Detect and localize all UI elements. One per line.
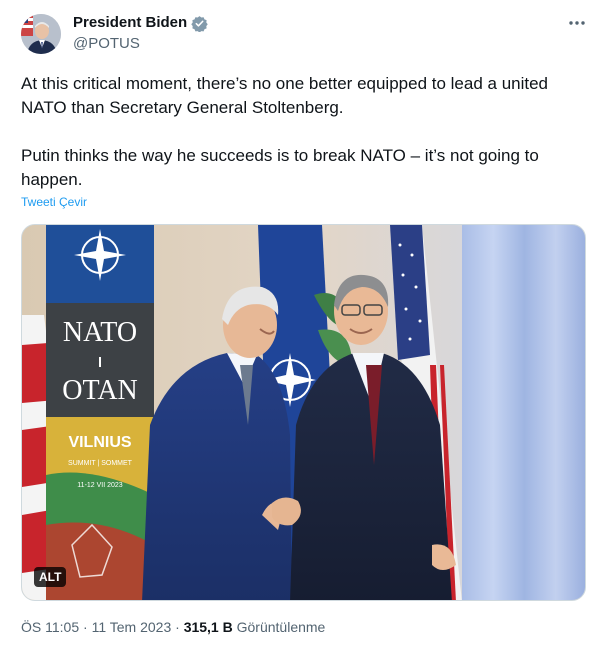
views-count: 315,1 B: [183, 619, 233, 635]
avatar-image: [21, 14, 61, 54]
photo-image: NATO OTAN VILNIUS SUMMIT | SOMMET 11-12 …: [22, 225, 585, 600]
tweet-paragraph: Putin thinks the way he succeeds is to b…: [21, 146, 539, 189]
avatar[interactable]: [21, 14, 61, 54]
author-handle[interactable]: @POTUS: [73, 34, 140, 54]
banner-dates-text: 11-12 VII 2023: [77, 482, 123, 489]
banner-otan-text: OTAN: [62, 375, 138, 406]
tweet: President Biden @POTUS At this critical …: [0, 0, 595, 651]
tweet-meta: ÖS 11:05 · 11 Tem 2023 · 315,1 B Görüntü…: [21, 617, 325, 637]
tweet-date[interactable]: 11 Tem 2023: [92, 619, 172, 635]
banner-summit-text: SUMMIT | SOMMET: [68, 460, 133, 467]
author-name[interactable]: President Biden: [73, 13, 208, 33]
meta-separator: ·: [171, 619, 184, 635]
author-display-name[interactable]: President Biden: [73, 13, 187, 33]
tweet-photo[interactable]: NATO OTAN VILNIUS SUMMIT | SOMMET 11-12 …: [21, 224, 586, 601]
more-options-icon[interactable]: [566, 14, 588, 32]
banner-nato-text: NATO: [63, 317, 137, 348]
tweet-time[interactable]: ÖS 11:05: [21, 619, 79, 635]
alt-text-badge[interactable]: ALT: [34, 567, 67, 587]
tweet-paragraph: At this critical moment, there’s no one …: [21, 74, 549, 117]
meta-separator: ·: [79, 619, 92, 635]
views-label: Görüntülenme: [236, 619, 326, 635]
verified-badge-icon: [191, 15, 208, 32]
tweet-text: At this critical moment, there’s no one …: [21, 72, 573, 192]
translate-tweet-link[interactable]: Tweeti Çevir: [21, 195, 87, 209]
banner-city-text: VILNIUS: [68, 434, 131, 451]
